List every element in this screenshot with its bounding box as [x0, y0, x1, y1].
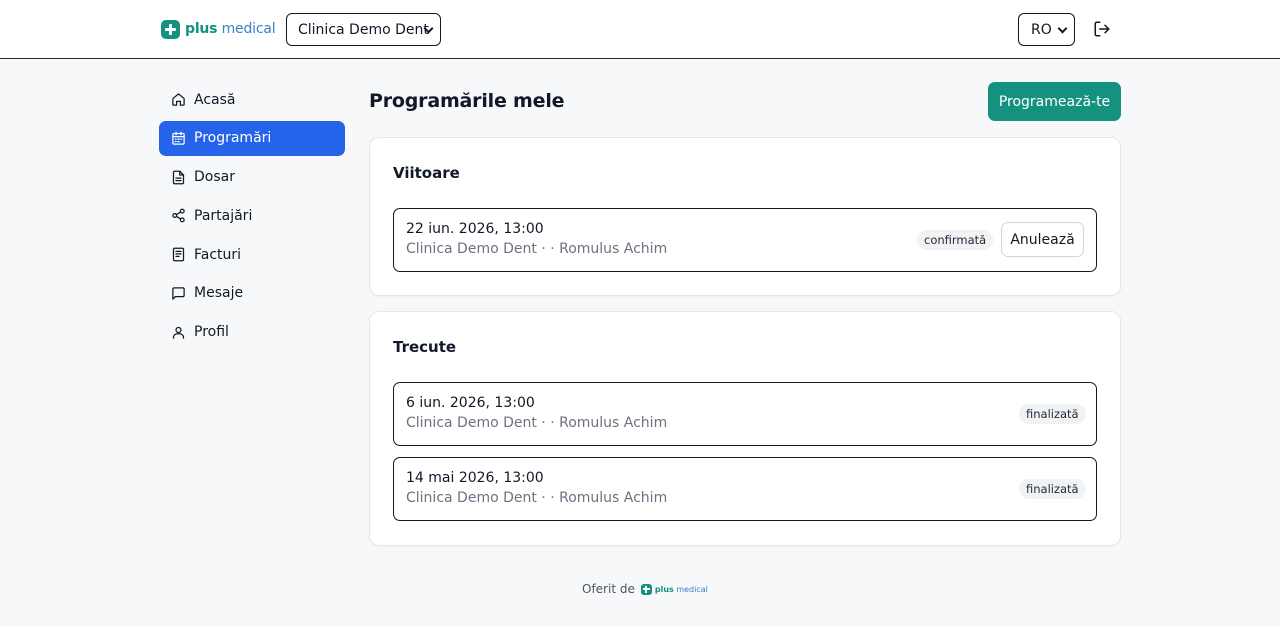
footer-brand-name: plus medical: [654, 584, 708, 594]
calendar-icon: [171, 131, 186, 146]
appointment-item[interactable]: 22 iun. 2026, 13:00 Clinica Demo Dent · …: [393, 208, 1097, 272]
home-icon: [171, 92, 186, 107]
section-title-past: Trecute: [393, 338, 457, 356]
language-select[interactable]: RO: [1018, 13, 1075, 46]
appointment-details: Clinica Demo Dent · · Romulus Achim: [406, 415, 668, 431]
sidebar-item-label: Programări: [194, 130, 272, 147]
appointment-item[interactable]: 6 iun. 2026, 13:00 Clinica Demo Dent · ·…: [393, 382, 1097, 446]
appointment-details: Clinica Demo Dent · · Romulus Achim: [406, 490, 668, 506]
section-title-upcoming: Viitoare: [393, 164, 460, 182]
sidebar-item-profil[interactable]: Profil: [159, 315, 345, 350]
sidebar-item-label: Partajări: [194, 207, 253, 224]
document-icon: [171, 170, 186, 185]
language-select-value: RO: [1031, 21, 1052, 38]
sidebar-item-mesaje[interactable]: Mesaje: [159, 276, 345, 311]
sidebar-item-dosar[interactable]: Dosar: [159, 160, 345, 195]
sidebar-item-partajari[interactable]: Partajări: [159, 198, 345, 233]
invoice-icon: [171, 247, 186, 262]
plus-logo-icon: [161, 19, 180, 39]
brand-name: plus medical: [185, 21, 276, 37]
book-appointment-button[interactable]: Programează-te: [988, 82, 1121, 121]
message-icon: [171, 286, 186, 301]
user-icon: [171, 325, 186, 340]
footer-brand-logo[interactable]: plus medical: [640, 583, 708, 595]
sidebar-item-label: Profil: [194, 324, 229, 341]
sidebar-nav: Acasă Programări Dosar Partajări Facturi…: [159, 82, 345, 354]
sidebar-item-label: Facturi: [194, 246, 242, 263]
sidebar-item-programari[interactable]: Programări: [159, 120, 345, 156]
sidebar-item-facturi[interactable]: Facturi: [159, 237, 345, 272]
appointment-datetime: 6 iun. 2026, 13:00: [406, 395, 535, 411]
cancel-appointment-button[interactable]: Anulează: [1001, 222, 1084, 257]
footer: Oferit de plus medical: [582, 582, 708, 596]
brand-logo[interactable]: plus medical: [161, 19, 276, 39]
clinic-select-value: Clinica Demo Dent: [298, 21, 429, 38]
page-title: Programările mele: [369, 90, 565, 112]
share-icon: [171, 208, 186, 223]
status-badge: confirmată: [917, 230, 994, 250]
upcoming-appointments-card: Viitoare 22 iun. 2026, 13:00 Clinica Dem…: [369, 137, 1121, 296]
status-badge: finalizată: [1019, 479, 1086, 499]
sidebar-item-acasa[interactable]: Acasă: [159, 82, 345, 117]
clinic-select[interactable]: Clinica Demo Dent: [286, 13, 441, 46]
top-header: plus medical Clinica Demo Dent RO: [0, 0, 1280, 59]
appointment-details: Clinica Demo Dent · · Romulus Achim: [406, 241, 668, 257]
past-appointments-card: Trecute 6 iun. 2026, 13:00 Clinica Demo …: [369, 311, 1121, 546]
sidebar-item-label: Mesaje: [194, 285, 244, 302]
chevron-down-icon: [1057, 23, 1068, 34]
appointment-datetime: 14 mai 2026, 13:00: [406, 470, 544, 486]
appointment-item[interactable]: 14 mai 2026, 13:00 Clinica Demo Dent · ·…: [393, 457, 1097, 521]
status-badge: finalizată: [1019, 404, 1086, 424]
plus-logo-icon: [640, 583, 652, 595]
sidebar-item-label: Acasă: [194, 91, 236, 108]
logout-icon[interactable]: [1093, 20, 1111, 38]
footer-offered-by: Oferit de: [582, 582, 635, 596]
sidebar-item-label: Dosar: [194, 169, 235, 186]
appointment-datetime: 22 iun. 2026, 13:00: [406, 221, 544, 237]
